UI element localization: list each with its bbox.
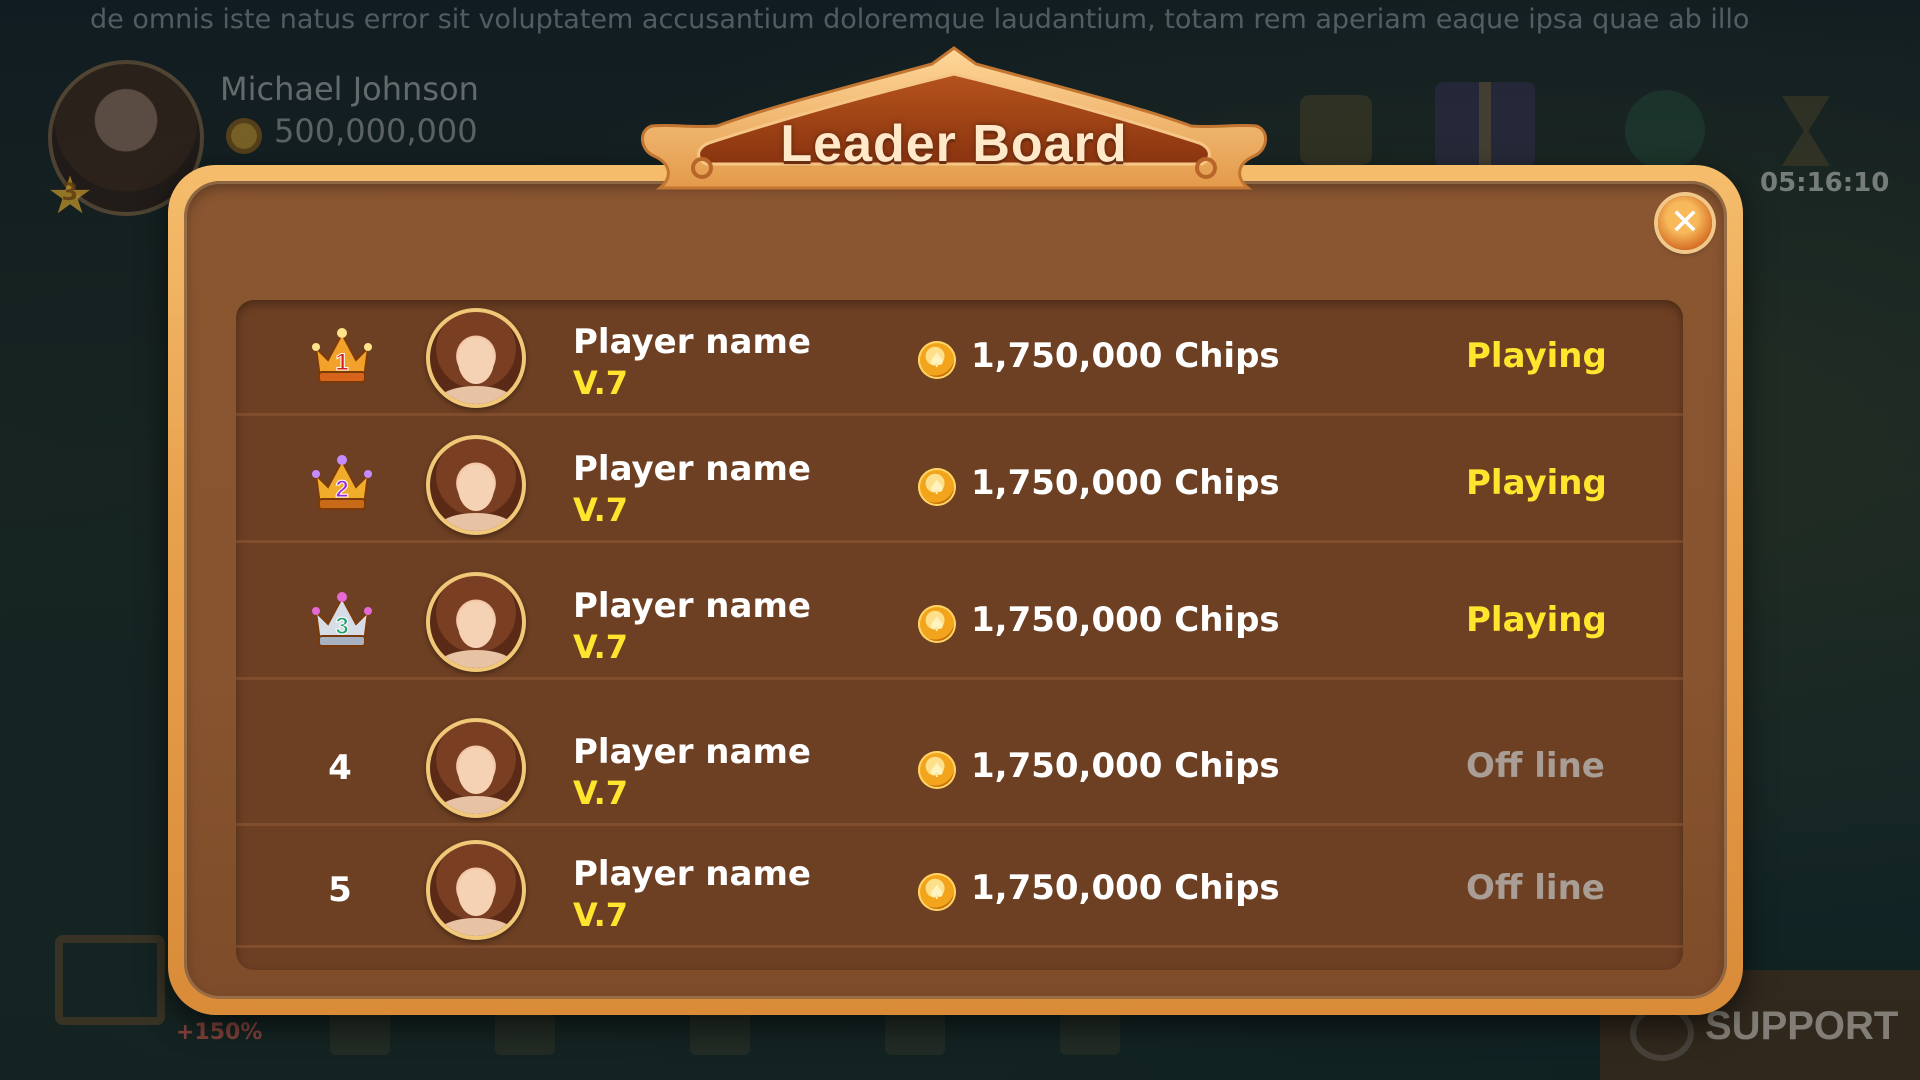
player-avatar[interactable] bbox=[426, 308, 526, 408]
crown-icon: 3 bbox=[312, 592, 372, 647]
player-avatar[interactable] bbox=[426, 718, 526, 818]
news-marquee: de omnis iste natus error sit voluptatem… bbox=[90, 4, 1750, 35]
player-name: Player name bbox=[573, 854, 811, 894]
bonus-badge: +150% bbox=[176, 1020, 263, 1045]
player-chips: 1,750,000 Chips bbox=[971, 336, 1280, 376]
spade-coin-icon: ♠ bbox=[918, 468, 956, 506]
crown-icon: 1 bbox=[312, 328, 372, 383]
player-chips: 1,750,000 Chips bbox=[971, 600, 1280, 640]
rank-number: 2 bbox=[335, 476, 348, 503]
player-vip-level: V.7 bbox=[573, 364, 629, 402]
dialog-title: Leader Board bbox=[780, 115, 1128, 173]
rank-number: 5 bbox=[328, 870, 352, 910]
player-vip-level: V.7 bbox=[573, 774, 629, 812]
player-avatar[interactable] bbox=[426, 572, 526, 672]
title-banner: Leader Board bbox=[636, 46, 1272, 196]
player-vip-level: V.7 bbox=[573, 491, 629, 529]
player-chips: 1,750,000 Chips bbox=[971, 868, 1280, 908]
leaderboard-list: 1 Player name V.7 ♠ 1,750,000 Chips Play… bbox=[236, 300, 1683, 970]
player-name: Player name bbox=[573, 732, 811, 772]
player-avatar[interactable] bbox=[426, 840, 526, 940]
close-icon: ✕ bbox=[1669, 202, 1701, 243]
crown-icon: 2 bbox=[312, 455, 372, 510]
player-chips: 1,750,000 Chips bbox=[971, 746, 1280, 786]
spade-coin-icon: ♠ bbox=[918, 751, 956, 789]
support-label: SUPPORT bbox=[1705, 1004, 1899, 1048]
player-chips: 1,750,000 Chips bbox=[971, 463, 1280, 503]
rank-number: 1 bbox=[335, 349, 348, 376]
rank-number: 3 bbox=[335, 613, 348, 640]
player-status: Playing bbox=[1466, 336, 1607, 376]
leaderboard-row[interactable]: 2 Player name V.7 ♠ 1,750,000 Chips Play… bbox=[236, 427, 1683, 543]
leaderboard-row[interactable]: 1 Player name V.7 ♠ 1,750,000 Chips Play… bbox=[236, 300, 1683, 416]
player-status: Playing bbox=[1466, 600, 1607, 640]
player-status: Playing bbox=[1466, 463, 1607, 503]
player-vip-level: V.7 bbox=[573, 896, 629, 934]
player-name: Player name bbox=[573, 322, 811, 362]
close-button[interactable]: ✕ bbox=[1658, 196, 1712, 250]
leaderboard-row[interactable]: 3 Player name V.7 ♠ 1,750,000 Chips Play… bbox=[236, 564, 1683, 680]
player-name: Player name bbox=[573, 586, 811, 626]
player-name: Player name bbox=[573, 449, 811, 489]
coin-icon bbox=[226, 118, 262, 154]
player-status: Off line bbox=[1466, 868, 1605, 908]
player-vip-level: V.7 bbox=[573, 628, 629, 666]
user-level: 3 bbox=[61, 178, 79, 206]
user-name: Michael Johnson bbox=[220, 70, 479, 108]
event-timer: 05:16:10 bbox=[1760, 168, 1890, 198]
leaderboard-row[interactable]: 5 Player name V.7 ♠ 1,750,000 Chips Off … bbox=[236, 832, 1683, 948]
spade-coin-icon: ♠ bbox=[918, 605, 956, 643]
user-chips: 500,000,000 bbox=[274, 112, 478, 150]
rank-number: 4 bbox=[328, 748, 352, 788]
player-avatar[interactable] bbox=[426, 435, 526, 535]
player-status: Off line bbox=[1466, 746, 1605, 786]
spade-coin-icon: ♠ bbox=[918, 341, 956, 379]
spade-coin-icon: ♠ bbox=[918, 873, 956, 911]
leaderboard-row[interactable]: 4 Player name V.7 ♠ 1,750,000 Chips Off … bbox=[236, 710, 1683, 826]
